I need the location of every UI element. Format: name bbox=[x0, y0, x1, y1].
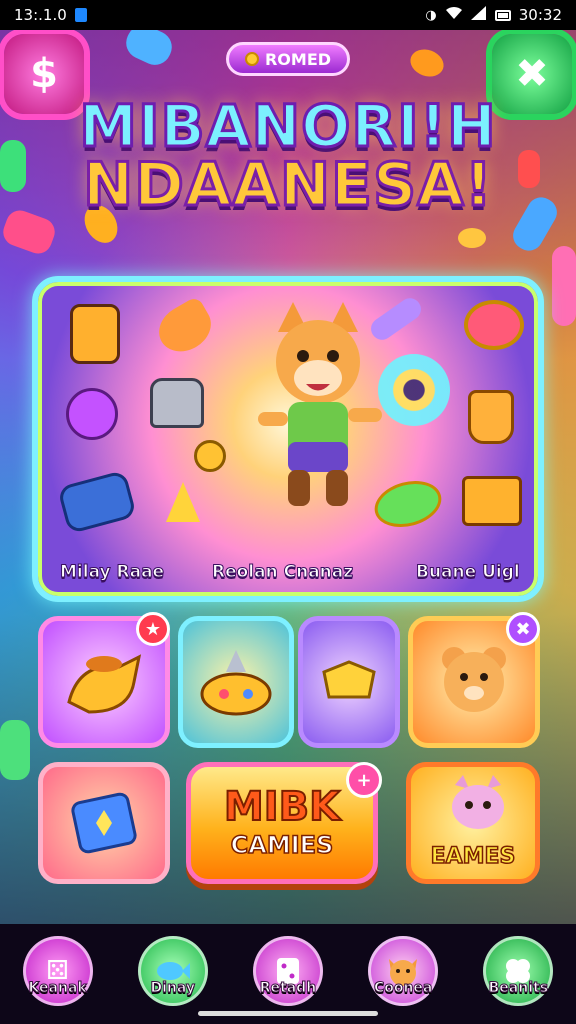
status-time-left: 13:.1.0 bbox=[14, 6, 67, 24]
cheese-item-icon bbox=[166, 482, 200, 522]
rewards-pill-button[interactable]: ROMED bbox=[226, 42, 350, 76]
potion-item-icon bbox=[66, 388, 118, 440]
nav-label: Beanits bbox=[488, 980, 549, 997]
games-tile[interactable]: EAMES bbox=[406, 762, 540, 884]
cta-subtitle: CAMIES bbox=[230, 830, 334, 860]
nav-item-keanak[interactable]: ⚄ Keanak bbox=[18, 936, 98, 1006]
fox-mascot-character bbox=[258, 302, 382, 506]
nfc-icon: ◑ bbox=[425, 7, 437, 23]
shield-item-icon bbox=[56, 469, 138, 535]
status-time-right: 30:32 bbox=[518, 6, 562, 24]
nav-label: Retadh bbox=[259, 980, 317, 997]
nav-item-dinay[interactable]: Dinay bbox=[133, 936, 213, 1006]
cup-item-icon bbox=[468, 390, 514, 444]
nav-item-beanits[interactable]: Beanits bbox=[478, 936, 558, 1006]
coin-item-icon bbox=[194, 440, 226, 472]
cross-icon: ✖ bbox=[515, 618, 531, 640]
nav-label: Dinay bbox=[150, 980, 196, 997]
gold-gem-icon bbox=[322, 660, 376, 699]
nav-item-coonea[interactable]: Coonea bbox=[363, 936, 443, 1006]
coin-icon bbox=[244, 52, 259, 66]
special-badge[interactable]: ✖ bbox=[506, 612, 540, 646]
add-badge-button[interactable]: + bbox=[346, 762, 382, 798]
nav-label: Coonea bbox=[373, 980, 433, 997]
treasure-pot-tile[interactable] bbox=[178, 616, 294, 748]
game-title-line2: NDAANESA! bbox=[81, 149, 494, 222]
nav-label: Keanak bbox=[28, 980, 87, 997]
helmet-item-icon bbox=[150, 378, 204, 428]
status-bar: 13:.1.0 ◑ 30:32 bbox=[0, 0, 576, 30]
cannon-item-icon bbox=[70, 304, 120, 364]
signal-icon bbox=[470, 6, 487, 24]
star-icon: ★ bbox=[144, 618, 162, 640]
blue-card-tile[interactable] bbox=[38, 762, 170, 884]
games-label: EAMES bbox=[430, 843, 516, 870]
treasure-pot-icon bbox=[200, 650, 272, 716]
dollar-icon: $ bbox=[30, 51, 58, 97]
horn-item-icon bbox=[150, 295, 220, 361]
coin-decoration bbox=[458, 228, 486, 248]
gold-gem-tile[interactable] bbox=[298, 616, 400, 748]
gem-decoration bbox=[0, 720, 30, 780]
wifi-icon bbox=[445, 6, 463, 24]
app-notification-icon bbox=[74, 8, 87, 22]
disc-item-icon bbox=[378, 354, 450, 426]
battery-icon bbox=[494, 9, 511, 21]
home-indicator[interactable] bbox=[198, 1011, 378, 1016]
cta-title: MIBK bbox=[223, 784, 341, 830]
gem-decoration bbox=[552, 246, 576, 326]
pill-label: ROMED bbox=[264, 49, 332, 69]
bottom-navigation: ⚄ Keanak Dinay Retadh Coonea Beanits bbox=[0, 924, 576, 1024]
bear-character-icon bbox=[442, 647, 506, 712]
hero-caption-right: Buane Uigl bbox=[416, 562, 521, 583]
cat-character-icon bbox=[452, 775, 504, 829]
ruby-item-icon bbox=[464, 300, 524, 350]
oil-lamp-icon bbox=[67, 654, 142, 714]
plus-icon: + bbox=[356, 769, 372, 791]
close-icon: ✖ bbox=[515, 51, 549, 97]
nav-item-retadh[interactable]: Retadh bbox=[248, 936, 328, 1006]
favorite-badge[interactable]: ★ bbox=[136, 612, 170, 646]
chest-item-icon bbox=[462, 476, 522, 526]
hero-caption-left: Milay Raae bbox=[59, 562, 165, 583]
hero-banner-card[interactable]: Milay Raae Reolan Cnanaz Buane Uigl bbox=[32, 276, 544, 602]
hero-caption-center: Reolan Cnanaz bbox=[211, 562, 354, 583]
blue-card-icon bbox=[71, 792, 137, 854]
